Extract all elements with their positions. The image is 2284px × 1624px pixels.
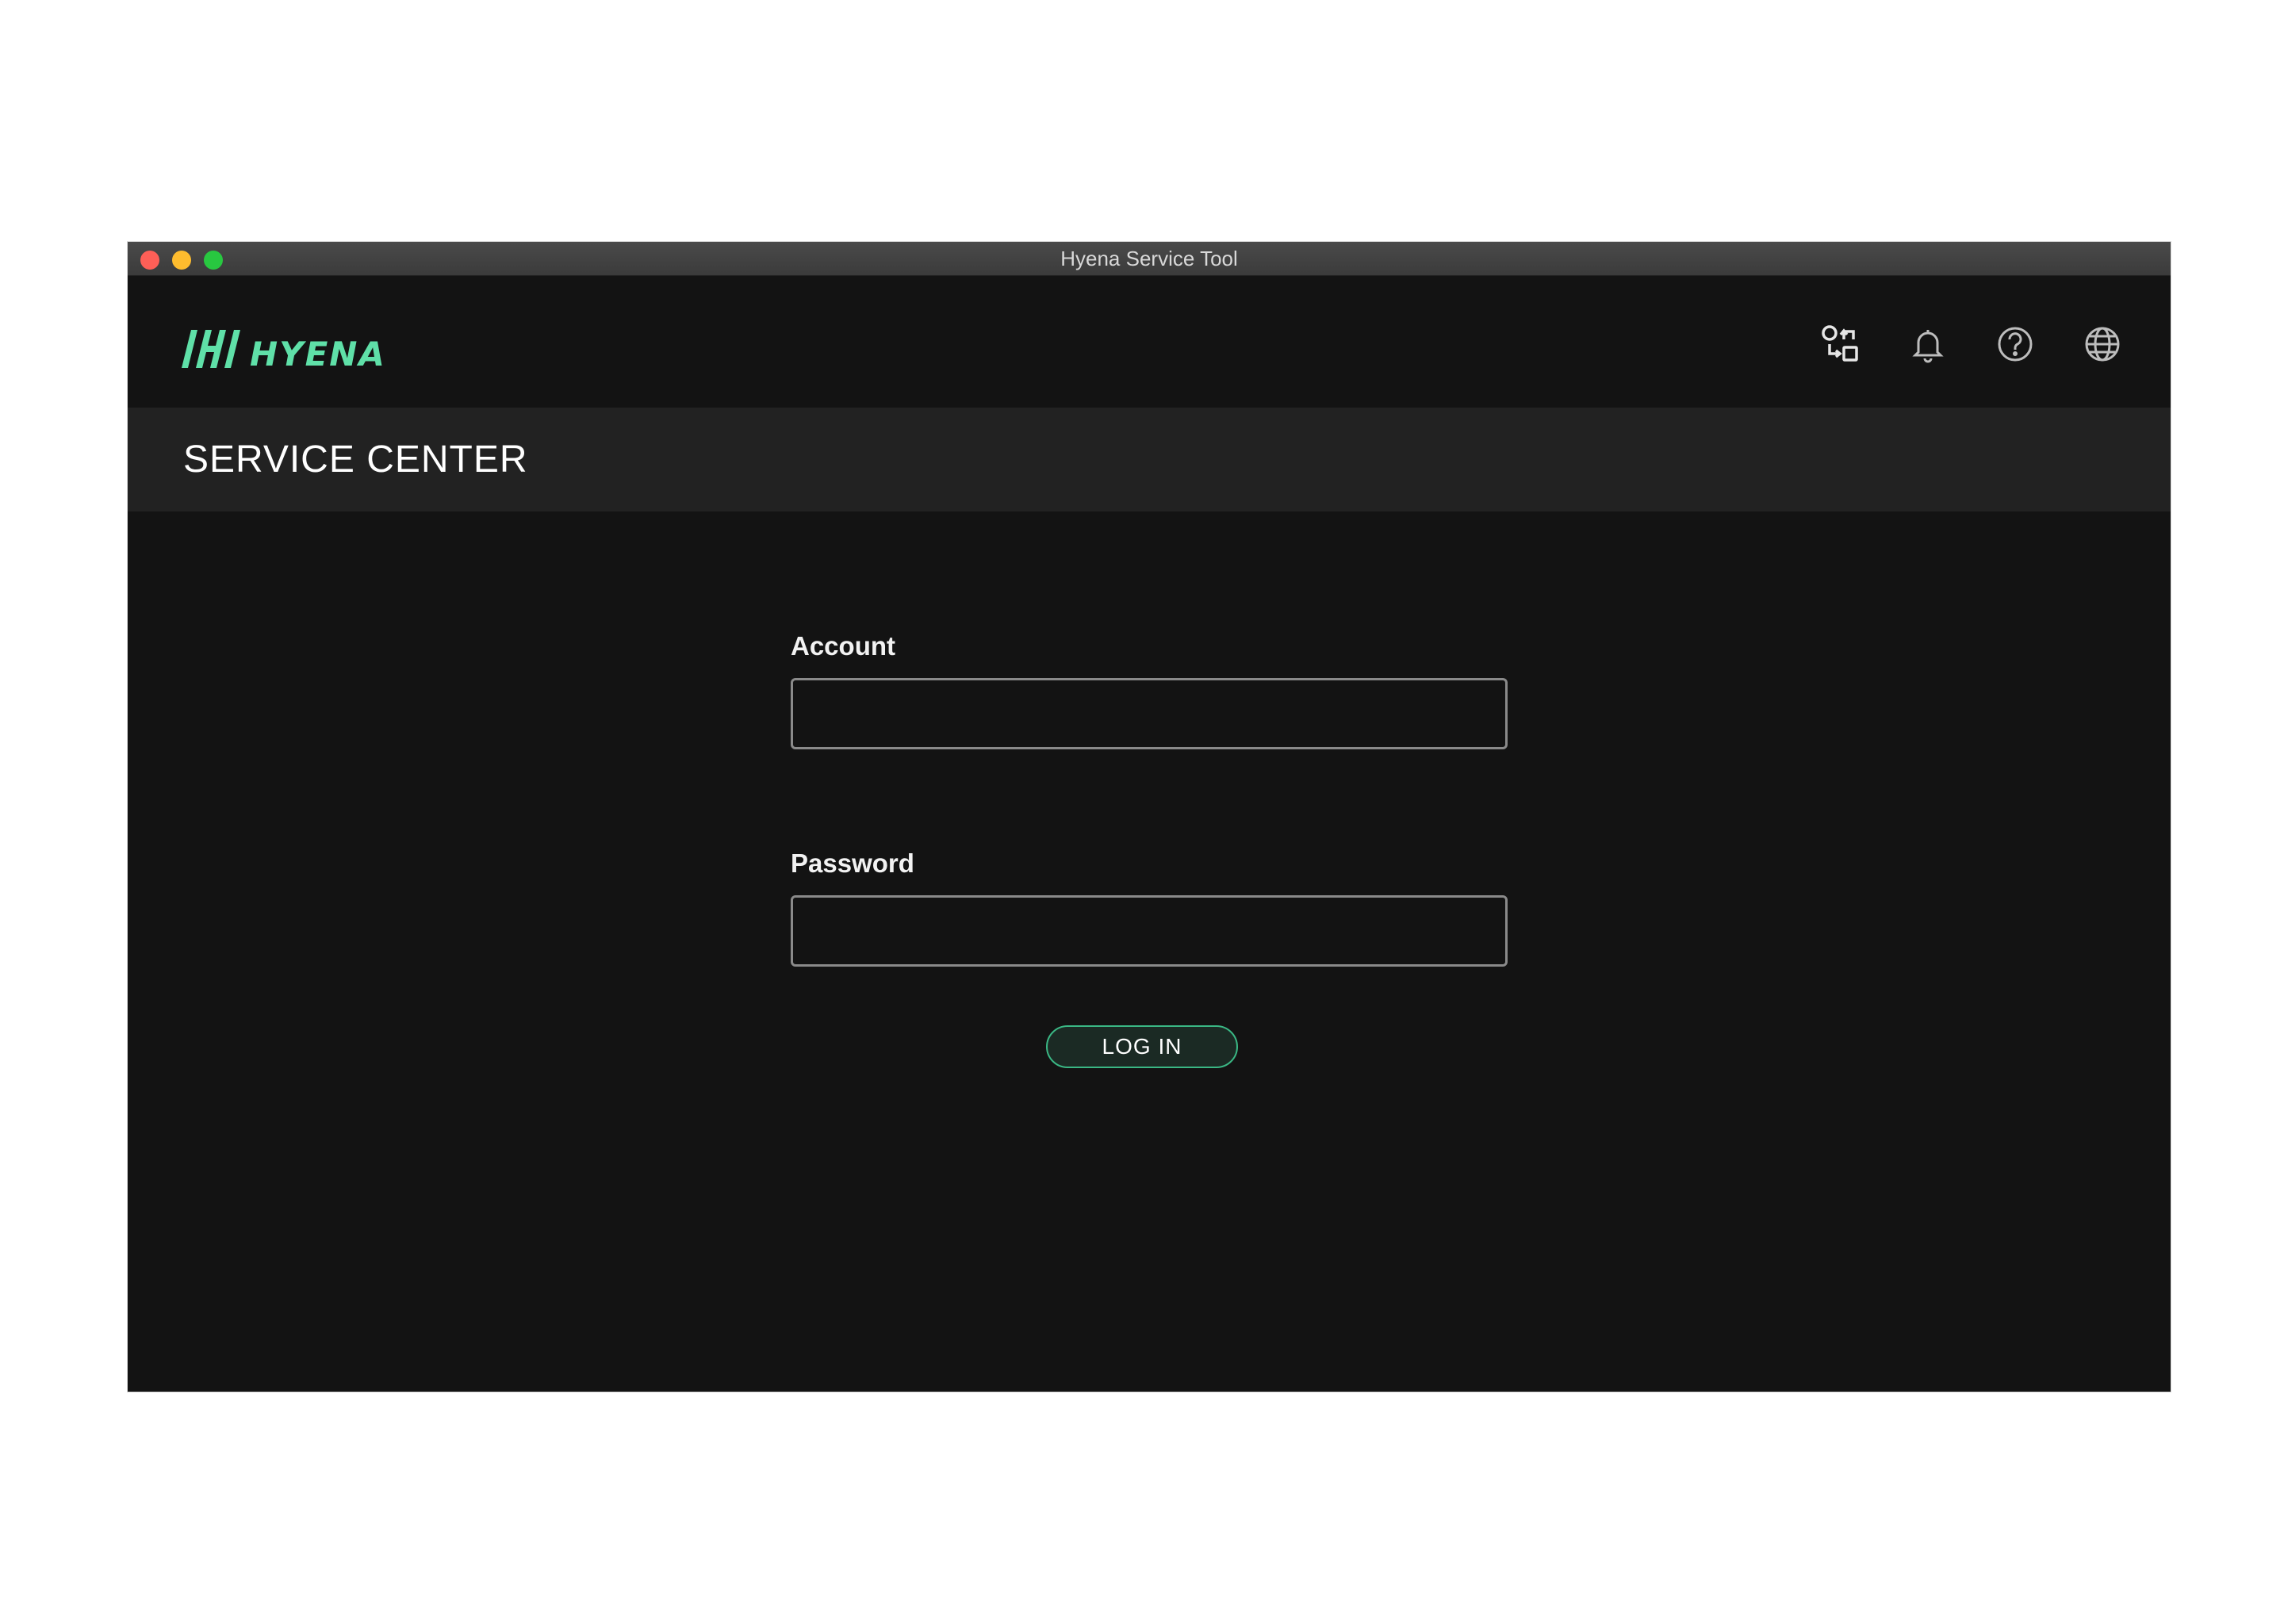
window-title: Hyena Service Tool [1060, 247, 1238, 270]
login-button[interactable]: LOG IN [1046, 1025, 1238, 1068]
bell-icon [1912, 330, 1944, 363]
page-header: SERVICE CENTER [128, 408, 2171, 511]
notifications-button[interactable] [1907, 324, 1949, 365]
account-label: Account [791, 631, 895, 661]
password-field-group: Password [791, 848, 1508, 967]
app-window: Hyena Service Tool HYENA SERVICE CENTER … [128, 242, 2171, 1392]
title-bar[interactable]: Hyena Service Tool [128, 242, 2171, 276]
switch-device-button[interactable] [1820, 324, 1861, 365]
switch-device-icon [1822, 325, 1858, 362]
hyena-logo-icon [182, 330, 240, 368]
globe-icon [2085, 327, 2120, 362]
help-button[interactable] [1995, 324, 2036, 365]
brand-name: HYENA [250, 335, 386, 373]
password-input[interactable] [791, 895, 1508, 967]
account-input[interactable] [791, 678, 1508, 749]
password-label: Password [791, 848, 914, 878]
help-icon [1998, 327, 2033, 362]
brand-logo: HYENA [182, 327, 386, 371]
toolbar-icons [1820, 324, 2123, 365]
login-form: Account Password [791, 630, 1508, 967]
language-button[interactable] [2082, 324, 2123, 365]
top-bar: HYENA [128, 276, 2171, 408]
account-field-group: Account [791, 630, 1508, 749]
page-title: SERVICE CENTER [183, 439, 528, 481]
